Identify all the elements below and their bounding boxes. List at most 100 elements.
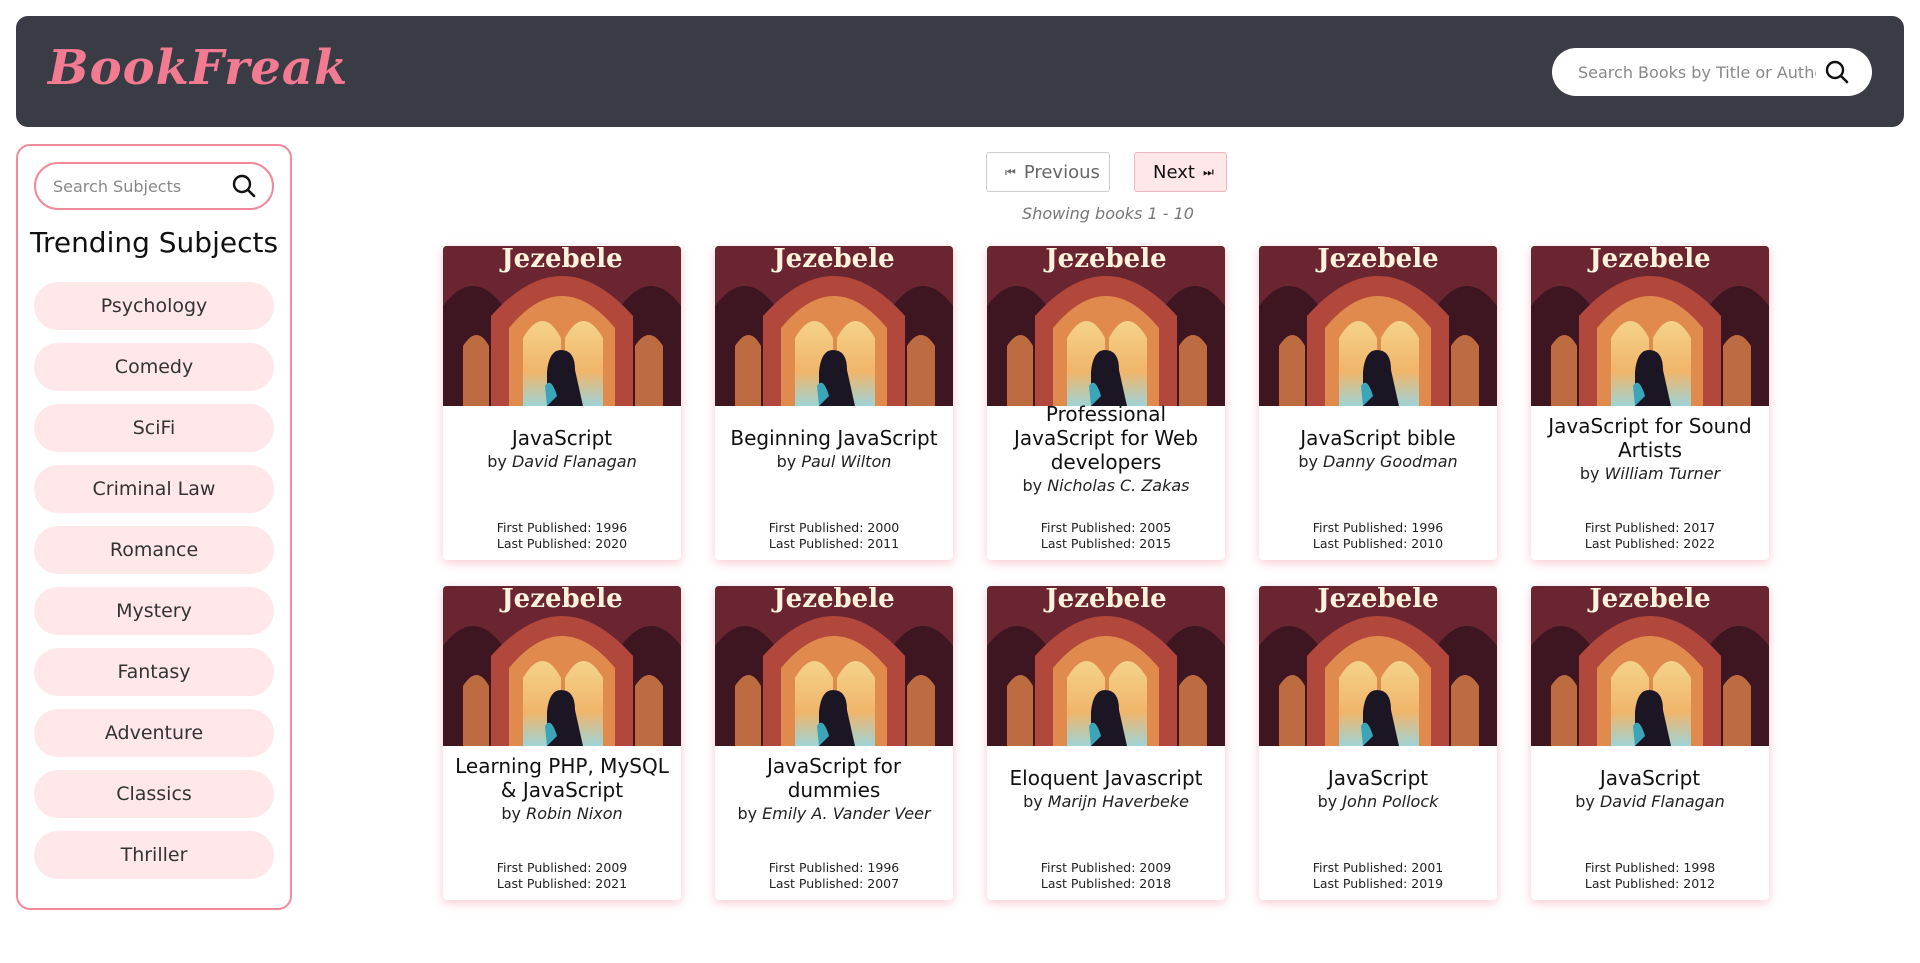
book-cover: Jezebele xyxy=(443,246,681,406)
book-card[interactable]: Jezebele Learning PHP, MySQL & JavaScrip… xyxy=(443,586,681,900)
subject-pill-comedy[interactable]: Comedy xyxy=(34,343,274,391)
book-title: Learning PHP, MySQL & JavaScript xyxy=(455,753,669,802)
book-card-body: JavaScript for Sound Artists by William … xyxy=(1531,406,1769,560)
book-cover: Jezebele xyxy=(987,586,1225,746)
book-title: Eloquent Javascript xyxy=(1009,765,1203,790)
skip-previous-icon: ⏮ xyxy=(1005,164,1016,179)
book-heading: JavaScript by John Pollock xyxy=(1267,746,1489,830)
book-heading: JavaScript bible by Danny Goodman xyxy=(1267,406,1489,490)
first-published: First Published: 2009 xyxy=(1040,860,1172,875)
book-cover: Jezebele xyxy=(443,586,681,746)
book-search-box xyxy=(1552,48,1872,96)
book-author: by David Flanagan xyxy=(487,452,637,471)
cover-title: Jezebele xyxy=(1317,586,1439,614)
cover-title: Jezebele xyxy=(1589,586,1711,614)
book-cover: Jezebele xyxy=(1259,246,1497,406)
next-button[interactable]: Next ⏭ xyxy=(1134,152,1227,192)
last-published: Last Published: 2020 xyxy=(496,536,628,551)
book-title: JavaScript for dummies xyxy=(766,753,902,802)
trending-subjects-title: Trending Subjects xyxy=(29,226,279,259)
first-published: First Published: 1998 xyxy=(1584,860,1716,875)
subject-pill-thriller[interactable]: Thriller xyxy=(34,831,274,879)
first-published: First Published: 1996 xyxy=(496,520,628,535)
book-card-body: JavaScript by David Flanagan First Publi… xyxy=(1531,746,1769,900)
by-label: by xyxy=(1023,791,1043,811)
showing-count: Showing books 1 - 10 xyxy=(1022,204,1194,223)
first-published: First Published: 2001 xyxy=(1312,860,1444,875)
book-card[interactable]: Jezebele JavaScript by David Flanagan Fi… xyxy=(443,246,681,560)
subjects-sidebar: Trending Subjects Psychology Comedy SciF… xyxy=(16,144,292,910)
book-card[interactable]: Jezebele Eloquent Javascript by Marijn H… xyxy=(987,586,1225,900)
book-heading: JavaScript for dummies by Emily A. Vande… xyxy=(723,746,945,830)
book-card[interactable]: Jezebele JavaScript for Sound Artists by… xyxy=(1531,246,1769,560)
search-icon[interactable] xyxy=(229,171,259,201)
book-author: by Robin Nixon xyxy=(501,804,622,823)
book-card-body: Beginning JavaScript by Paul Wilton Firs… xyxy=(715,406,953,560)
book-cover: Jezebele xyxy=(1259,586,1497,746)
logo[interactable]: BookFreak xyxy=(48,40,348,96)
subject-search-input[interactable] xyxy=(51,175,225,197)
subject-pill-criminal-law[interactable]: Criminal Law xyxy=(34,465,274,513)
subject-search-box xyxy=(34,162,274,210)
skip-next-icon: ⏭ xyxy=(1202,164,1214,179)
book-author: by Emily A. Vander Veer xyxy=(737,804,930,823)
first-published: First Published: 2000 xyxy=(768,520,900,535)
search-icon[interactable] xyxy=(1822,57,1852,87)
first-published: First Published: 1996 xyxy=(1312,520,1444,535)
book-cover: Jezebele xyxy=(715,586,953,746)
book-card-body: JavaScript by David Flanagan First Publi… xyxy=(443,406,681,560)
book-title: JavaScript xyxy=(1327,765,1429,790)
subject-pill-adventure[interactable]: Adventure xyxy=(34,709,274,757)
subject-pill-psychology[interactable]: Psychology xyxy=(34,282,274,330)
author-name: William Turner xyxy=(1604,463,1721,483)
book-author: by Nicholas C. Zakas xyxy=(1022,476,1189,495)
book-card-body: Professional JavaScript for Web develope… xyxy=(987,402,1225,560)
by-label: by xyxy=(1579,463,1600,483)
subject-pill-mystery[interactable]: Mystery xyxy=(34,587,274,635)
book-cover: Jezebele xyxy=(987,246,1225,406)
previous-button[interactable]: ⏮ Previous xyxy=(986,152,1110,192)
first-published: First Published: 2017 xyxy=(1584,520,1716,535)
last-published: Last Published: 2018 xyxy=(1040,876,1172,891)
book-heading: JavaScript by David Flanagan xyxy=(451,406,673,490)
book-search-input[interactable] xyxy=(1576,61,1818,83)
by-label: by xyxy=(1575,791,1595,811)
last-published: Last Published: 2022 xyxy=(1584,536,1716,551)
last-published: Last Published: 2011 xyxy=(768,536,900,551)
book-author: by William Turner xyxy=(1580,464,1720,483)
book-author: by Danny Goodman xyxy=(1298,452,1457,471)
subject-pill-fantasy[interactable]: Fantasy xyxy=(34,648,274,696)
book-card-body: Eloquent Javascript by Marijn Haverbeke … xyxy=(987,746,1225,900)
subject-pill-classics[interactable]: Classics xyxy=(34,770,274,818)
book-heading: Learning PHP, MySQL & JavaScript by Robi… xyxy=(451,746,673,830)
subject-pill-scifi[interactable]: SciFi xyxy=(34,404,274,452)
cover-title: Jezebele xyxy=(1589,246,1711,274)
by-label: by xyxy=(776,451,797,471)
subject-pill-romance[interactable]: Romance xyxy=(34,526,274,574)
author-name: David Flanagan xyxy=(1599,791,1725,811)
book-card[interactable]: Jezebele JavaScript for dummies by Emily… xyxy=(715,586,953,900)
book-heading: Eloquent Javascript by Marijn Haverbeke xyxy=(995,746,1217,830)
book-grid: Jezebele JavaScript by David Flanagan Fi… xyxy=(443,246,1769,900)
book-heading: JavaScript for Sound Artists by William … xyxy=(1539,406,1761,490)
book-title: JavaScript for Sound Artists xyxy=(1548,413,1752,462)
book-card[interactable]: Jezebele JavaScript bible by Danny Goodm… xyxy=(1259,246,1497,560)
last-published: Last Published: 2010 xyxy=(1312,536,1444,551)
book-cover: Jezebele xyxy=(715,246,953,406)
by-label: by xyxy=(1317,791,1338,811)
book-card[interactable]: Jezebele Beginning JavaScript by Paul Wi… xyxy=(715,246,953,560)
last-published: Last Published: 2021 xyxy=(496,876,628,891)
book-card[interactable]: Jezebele Professional JavaScript for Web… xyxy=(987,246,1225,560)
top-navbar: BookFreak xyxy=(16,16,1904,127)
book-heading: JavaScript by David Flanagan xyxy=(1539,746,1761,830)
cover-title: Jezebele xyxy=(501,586,623,614)
previous-label: Previous xyxy=(1023,161,1100,183)
author-name: David Flanagan xyxy=(511,451,637,471)
cover-title: Jezebele xyxy=(501,246,623,274)
book-card[interactable]: Jezebele JavaScript by David Flanagan Fi… xyxy=(1531,586,1769,900)
book-card[interactable]: Jezebele JavaScript by John Pollock Firs… xyxy=(1259,586,1497,900)
author-name: Emily A. Vander Veer xyxy=(762,803,931,823)
book-cover: Jezebele xyxy=(1531,246,1769,406)
author-name: Robin Nixon xyxy=(526,803,623,823)
by-label: by xyxy=(1298,451,1318,471)
